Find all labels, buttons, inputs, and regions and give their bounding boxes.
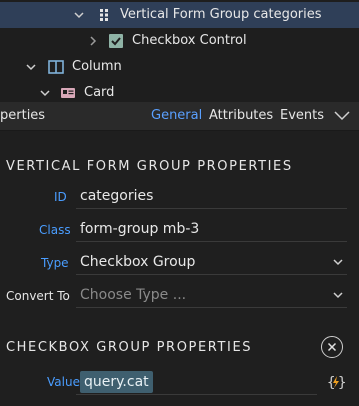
value-label: Value — [47, 375, 80, 389]
dynamic-binding-icon[interactable]: { } — [327, 373, 346, 391]
checkbox-icon — [108, 33, 124, 49]
grid-dots-icon — [96, 7, 112, 23]
card-icon — [60, 85, 76, 101]
tree-item-label: Checkbox Control — [132, 33, 247, 48]
chevron-down-icon[interactable] — [333, 108, 351, 124]
section-title-vertical-form-group: VERTICAL FORM GROUP PROPERTIES — [6, 159, 293, 174]
column-layout-icon — [48, 59, 64, 75]
tree-item-label: Column — [72, 59, 122, 74]
chevron-down-icon[interactable] — [26, 62, 36, 72]
type-select[interactable]: Checkbox Group — [76, 249, 347, 275]
id-field[interactable]: categories — [76, 183, 347, 209]
tree-item-checkbox-control[interactable]: Checkbox Control — [0, 28, 359, 54]
chevron-down-icon[interactable] — [74, 10, 84, 20]
class-label: Class — [39, 223, 71, 237]
properties-tab-bar: perties General Attributes Events — [0, 102, 359, 131]
tree-item-column[interactable]: Column — [0, 54, 359, 80]
section-title-checkbox-group: CHECKBOX GROUP PROPERTIES — [6, 340, 253, 355]
chevron-down-icon[interactable] — [40, 88, 50, 98]
class-field[interactable]: form-group mb-3 — [76, 216, 347, 242]
tab-attributes[interactable]: Attributes — [209, 102, 273, 130]
chevron-down-icon — [331, 249, 345, 275]
value-field[interactable]: query.cat — [76, 369, 317, 395]
panel-title: perties — [0, 108, 46, 123]
close-icon[interactable] — [321, 336, 343, 358]
properties-panel: VERTICAL FORM GROUP PROPERTIES ID catego… — [0, 131, 359, 406]
svg-text:}: } — [338, 375, 345, 391]
chevron-down-icon — [331, 282, 345, 308]
binding-expression: query.cat — [80, 371, 153, 393]
tree-item-vertical-form-group[interactable]: Vertical Form Group categories — [0, 2, 359, 28]
tree-item-label: Vertical Form Group categories — [120, 7, 322, 22]
tree-item-label: Card — [84, 85, 115, 100]
id-label: ID — [54, 190, 67, 204]
convert-to-select[interactable]: Choose Type ... — [76, 282, 347, 308]
tab-general[interactable]: General — [151, 102, 202, 130]
outline-tree: Vertical Form Group categories Checkbox … — [0, 0, 359, 102]
chevron-right-icon[interactable] — [88, 36, 98, 46]
convert-to-label: Convert To — [6, 289, 70, 303]
type-label: Type — [41, 256, 69, 270]
tab-events[interactable]: Events — [280, 102, 324, 130]
